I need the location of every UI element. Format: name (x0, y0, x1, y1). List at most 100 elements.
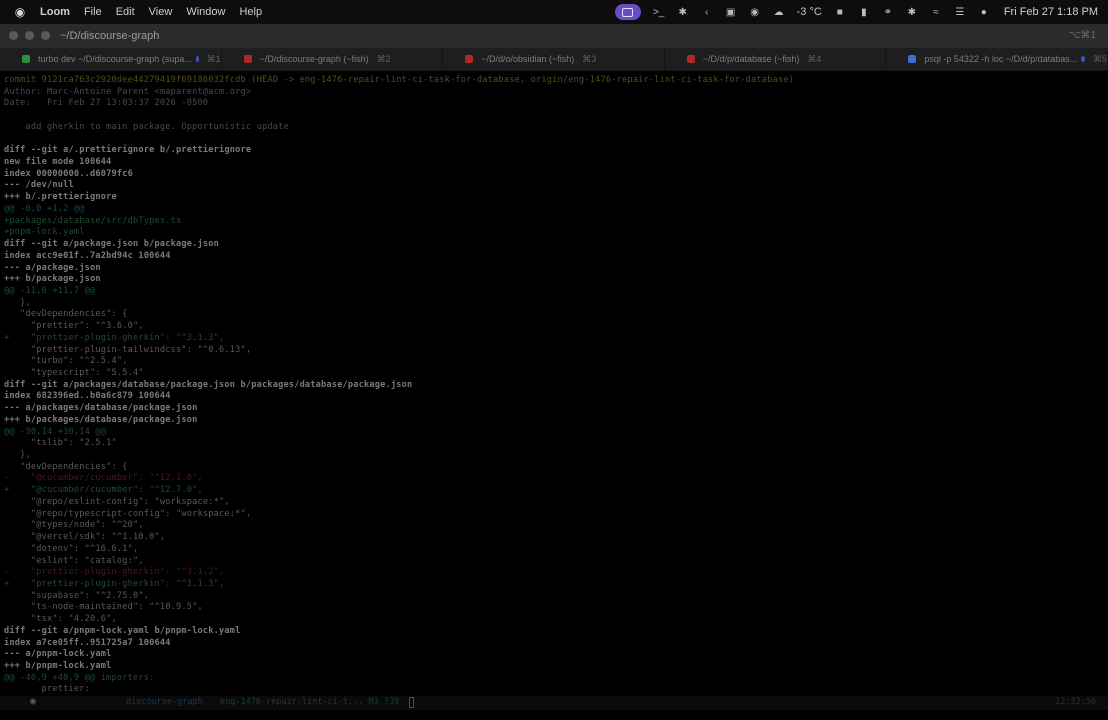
menubar-clock[interactable]: Fri Feb 27 1:18 PM (1004, 6, 1098, 18)
terminal-line: }, (4, 450, 31, 461)
tab-label: ~/D/d/p/database (~fish) (702, 54, 800, 64)
menu-window[interactable]: Window (186, 6, 225, 18)
terminal-line: index acc9e01f..7a2bd94c 100644 (4, 250, 171, 261)
terminal-line: diff --git a/package.json b/package.json (4, 239, 219, 250)
apple-prompt-icon: ◉ (30, 696, 37, 707)
tab-obsidian[interactable]: ~/D/d/o/obsidian (~fish) ⌘3 (443, 48, 665, 70)
bluetooth-icon[interactable]: ✱ (675, 5, 691, 19)
terminal-line: @@ -30,14 +30,14 @@ (4, 426, 107, 437)
close-window-button[interactable] (9, 31, 18, 40)
terminal-line: + "prettier-plugin-gherkin": "^3.1.3", (4, 332, 225, 343)
terminal-line: @@ -40,9 +40,9 @@ importers: (4, 672, 155, 683)
prompt-right-status: 12:33:56 (1055, 697, 1096, 707)
tab-discourse-graph[interactable]: ~/D/discourse-graph (~fish) ⌘2 (222, 48, 444, 70)
terminal-line: @@ -0,0 +1,2 @@ (4, 203, 85, 214)
tab-shortcut: ⌘1 (206, 53, 221, 64)
terminal-line: "@vercel/sdk": "^1.10.0", (4, 532, 166, 543)
tab-shortcut: ⌘3 (582, 53, 597, 64)
window-icon[interactable]: ▣ (723, 5, 739, 19)
tab-icon (686, 55, 695, 63)
menu-edit[interactable]: Edit (116, 6, 135, 18)
zoom-window-button[interactable] (41, 31, 50, 40)
tab-icon (908, 55, 917, 63)
tab-turbo-dev[interactable]: turbo dev ~/D/discourse-graph (supa... ⌘… (0, 48, 222, 70)
terminal-line: commit 9121ca763c2920dee44279419f6918603… (4, 75, 794, 85)
terminal-line: "@types/node": "^20", (4, 520, 144, 531)
terminal-line: "tsx": "4.20.6", (4, 614, 117, 625)
terminal-line: + "@cucumber/cucumber": "^12.7.0", (4, 485, 203, 496)
terminal-line: +pnpm-lock.yaml (4, 227, 85, 238)
terminal-line: + "prettier-plugin-gherkin": "^3.1.3", (4, 578, 225, 589)
menu-file[interactable]: File (84, 6, 102, 18)
window-shortcut: ⌥⌘1 (1068, 30, 1096, 41)
terminal-line: diff --git a/packages/database/package.j… (4, 379, 413, 390)
menu-view[interactable]: View (149, 6, 173, 18)
terminal-line: --- a/packages/database/package.json (4, 403, 198, 414)
tab-icon (22, 55, 30, 63)
tab-label: ~/D/discourse-graph (~fish) (259, 54, 369, 64)
clock-time: 1:18 PM (1057, 6, 1098, 18)
terminal-line: --- a/pnpm-lock.yaml (4, 649, 112, 660)
tab-database[interactable]: ~/D/d/p/database (~fish) ⌘4 (665, 48, 887, 70)
terminal-line: index a7ce05ff..951725a7 100644 (4, 637, 171, 648)
traffic-lights (9, 31, 50, 40)
cloud-icon: ☁ (773, 6, 784, 18)
menubar-status-area: >_ ✱ ‹ ▣ ◉ ☁ -3 °C ■ ▮ ⚭ ✱ ≈ ☰ ● Fri Feb… (614, 0, 1108, 24)
control-center-icon[interactable]: ☰ (952, 5, 968, 19)
terminal-line: - "@cucumber/cucumber": "^12.1.0", (4, 473, 203, 484)
terminal-line: "prettier": "^3.6.0", (4, 321, 144, 332)
terminal-line: +++ b/.prettierignore (4, 192, 117, 203)
terminal-line: --- /dev/null (4, 180, 74, 191)
prompt-git-branch: eng-1476-repair-lint-ci-t... M3 ?39 (220, 697, 400, 707)
menu-loom[interactable]: Loom (40, 6, 70, 18)
tab-icon (243, 55, 252, 63)
shell-status-bar: ◉ discourse-graph eng-1476-repair-lint-c… (0, 696, 1108, 710)
window-title: ~/D/discourse-graph (60, 30, 160, 42)
terminal-line: Author: Marc-Antoine Parent <maparent@ac… (4, 86, 252, 97)
tab-shortcut: ⌘5 (1092, 53, 1107, 64)
terminal-line: - "prettier-plugin-gherkin": "^3.1.2", (4, 567, 225, 578)
flag-icon[interactable]: ■ (832, 5, 848, 19)
terminal-output[interactable]: commit 9121ca763c2920dee44279419f6918603… (0, 72, 1108, 694)
tab-psql[interactable]: psql -p 54322 -h loc ~/D/d/p/databas... … (886, 48, 1108, 70)
menu-help[interactable]: Help (239, 6, 262, 18)
terminal-line: "supabase": "^2.75.0", (4, 590, 150, 601)
terminal-line: diff --git a/.prettierignore b/.prettier… (4, 145, 252, 156)
chevron-left-icon[interactable]: ‹ (699, 5, 715, 19)
terminal-line: diff --git a/pnpm-lock.yaml b/pnpm-lock.… (4, 625, 241, 636)
tab-label: psql -p 54322 -h loc ~/D/d/p/databas... (924, 54, 1078, 64)
terminal-line: }, (4, 297, 31, 308)
terminal-line: index 00000000..d6079fc6 (4, 168, 133, 179)
apple-icon[interactable]: ◉ (14, 5, 26, 19)
clock-date: Fri Feb 27 (1003, 6, 1054, 18)
window-titlebar[interactable]: ~/D/discourse-graph ⌥⌘1 (0, 24, 1108, 48)
headphones-icon[interactable]: ⚭ (880, 5, 896, 19)
terminal-prompt-icon[interactable]: >_ (651, 5, 667, 19)
tab-label: turbo dev ~/D/discourse-graph (supa... (38, 54, 192, 64)
tab-shortcut: ⌘4 (807, 53, 822, 64)
tab-shortcut: ⌘2 (376, 53, 391, 64)
siri-icon[interactable]: ● (976, 5, 992, 19)
terminal-line: "prettier-plugin-tailwindcss": "^0.6.13"… (4, 344, 252, 355)
terminal-tab-bar: turbo dev ~/D/discourse-graph (supa... ⌘… (0, 48, 1108, 71)
terminal-line: "@repo/eslint-config": "workspace:*", (4, 496, 230, 507)
tab-activity-dot (195, 56, 199, 62)
battery-icon[interactable]: ▮ (856, 5, 872, 19)
terminal-line: --- a/package.json (4, 262, 101, 273)
terminal-line: +++ b/packages/database/package.json (4, 414, 198, 425)
terminal-line: "dotenv": "^16.6.1", (4, 543, 139, 554)
terminal-line: "eslint": "catalog:", (4, 555, 144, 566)
menu-bar: ◉ Loom File Edit View Window Help >_ ✱ ‹… (0, 0, 1108, 24)
terminal-line: new file mode 100644 (4, 157, 112, 168)
terminal-line: "@repo/typescript-config": "workspace:*"… (4, 508, 252, 519)
terminal-line: @@ -11,6 +11,7 @@ (4, 285, 96, 296)
tab-label: ~/D/d/o/obsidian (~fish) (481, 54, 575, 64)
bluetooth-status-icon[interactable]: ✱ (904, 5, 920, 19)
terminal-line: +++ b/package.json (4, 274, 101, 285)
wifi-icon[interactable]: ≈ (928, 5, 944, 19)
camera-icon[interactable]: ◉ (747, 5, 763, 19)
terminal-line: add gherkin to main package. Opportunist… (4, 121, 289, 132)
weather-temperature[interactable]: -3 °C (797, 6, 822, 18)
loom-recording-icon[interactable] (614, 4, 641, 20)
minimize-window-button[interactable] (25, 31, 34, 40)
